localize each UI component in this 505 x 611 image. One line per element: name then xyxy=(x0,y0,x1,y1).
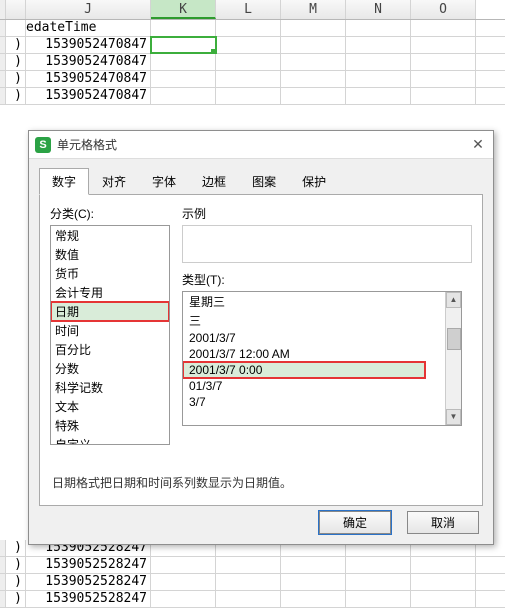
col-l[interactable]: L xyxy=(216,0,281,19)
scrollbar[interactable]: ▲ ▼ xyxy=(445,292,461,425)
scroll-down-icon[interactable]: ▼ xyxy=(446,409,461,425)
col-o[interactable]: O xyxy=(411,0,476,19)
sample-label: 示例 xyxy=(182,205,472,222)
type-list[interactable]: 星期三 三 2001/3/7 2001/3/7 12:00 AM 2001/3/… xyxy=(182,291,462,426)
cell-format-dialog: S 单元格格式 ✕ 数字 对齐 字体 边框 图案 保护 分类(C): 常规 数值… xyxy=(28,130,494,545)
data-cell[interactable]: 1539052528247 xyxy=(26,557,151,573)
data-cell[interactable]: 1539052528247 xyxy=(26,574,151,590)
category-label: 分类(C): xyxy=(50,205,170,222)
tab-font[interactable]: 字体 xyxy=(139,168,189,195)
data-cell[interactable]: 1539052470847 xyxy=(26,54,151,70)
list-item[interactable]: 货币 xyxy=(51,264,169,283)
col-n[interactable]: N xyxy=(346,0,411,19)
list-item[interactable]: 特殊 xyxy=(51,416,169,435)
list-item[interactable]: 2001/3/7 12:00 AM xyxy=(183,346,461,362)
scroll-thumb[interactable] xyxy=(447,328,461,350)
type-label: 类型(T): xyxy=(182,271,472,288)
data-cell[interactable]: 1539052528247 xyxy=(26,591,151,607)
list-item-selected-type[interactable]: 2001/3/7 0:00 xyxy=(183,362,425,378)
close-icon[interactable]: ✕ xyxy=(463,136,493,153)
list-item[interactable]: 三 xyxy=(183,311,461,330)
list-item[interactable]: 时间 xyxy=(51,321,169,340)
tab-border[interactable]: 边框 xyxy=(189,168,239,195)
list-item[interactable]: 数值 xyxy=(51,245,169,264)
tab-pattern[interactable]: 图案 xyxy=(239,168,289,195)
data-cell[interactable]: 1539052470847 xyxy=(26,88,151,104)
col-m[interactable]: M xyxy=(281,0,346,19)
list-item[interactable]: 星期三 xyxy=(183,292,461,311)
tab-align[interactable]: 对齐 xyxy=(89,168,139,195)
list-item[interactable]: 3/7 xyxy=(183,394,461,410)
cancel-button[interactable]: 取消 xyxy=(407,511,479,534)
list-item[interactable]: 01/3/7 xyxy=(183,378,461,394)
list-item[interactable]: 会计专用 xyxy=(51,283,169,302)
tab-protect[interactable]: 保护 xyxy=(289,168,339,195)
grid-rows: edateTime )1539052470847 )1539052470847 … xyxy=(0,20,505,105)
category-list[interactable]: 常规 数值 货币 会计专用 日期 时间 百分比 分数 科学记数 文本 特殊 自定… xyxy=(50,225,170,445)
list-item[interactable]: 自定义 xyxy=(51,435,169,445)
list-item[interactable]: 2001/3/7 xyxy=(183,330,461,346)
header-cell[interactable]: edateTime xyxy=(26,20,151,36)
list-item[interactable]: 分数 xyxy=(51,359,169,378)
list-item[interactable]: 科学记数 xyxy=(51,378,169,397)
sample-box xyxy=(182,225,472,263)
col-k[interactable]: K xyxy=(151,0,216,19)
list-item-date[interactable]: 日期 xyxy=(51,302,169,321)
ok-button[interactable]: 确定 xyxy=(319,511,391,534)
column-headers: J K L M N O xyxy=(0,0,505,20)
tab-panel: 分类(C): 常规 数值 货币 会计专用 日期 时间 百分比 分数 科学记数 文… xyxy=(39,194,483,506)
list-item[interactable]: 文本 xyxy=(51,397,169,416)
list-item[interactable]: 百分比 xyxy=(51,340,169,359)
tabstrip: 数字 对齐 字体 边框 图案 保护 xyxy=(29,159,493,194)
active-cell[interactable] xyxy=(151,37,216,53)
dialog-title: 单元格格式 xyxy=(57,136,463,153)
col-j[interactable]: J xyxy=(26,0,151,19)
list-item[interactable]: 常规 xyxy=(51,226,169,245)
data-cell[interactable]: 1539052470847 xyxy=(26,71,151,87)
tab-number[interactable]: 数字 xyxy=(39,168,89,195)
description-text: 日期格式把日期和时间系列数显示为日期值。 xyxy=(52,474,470,491)
data-cell[interactable]: 1539052470847 xyxy=(26,37,151,53)
scroll-up-icon[interactable]: ▲ xyxy=(446,292,461,308)
app-icon: S xyxy=(35,137,51,153)
titlebar[interactable]: S 单元格格式 ✕ xyxy=(29,131,493,159)
